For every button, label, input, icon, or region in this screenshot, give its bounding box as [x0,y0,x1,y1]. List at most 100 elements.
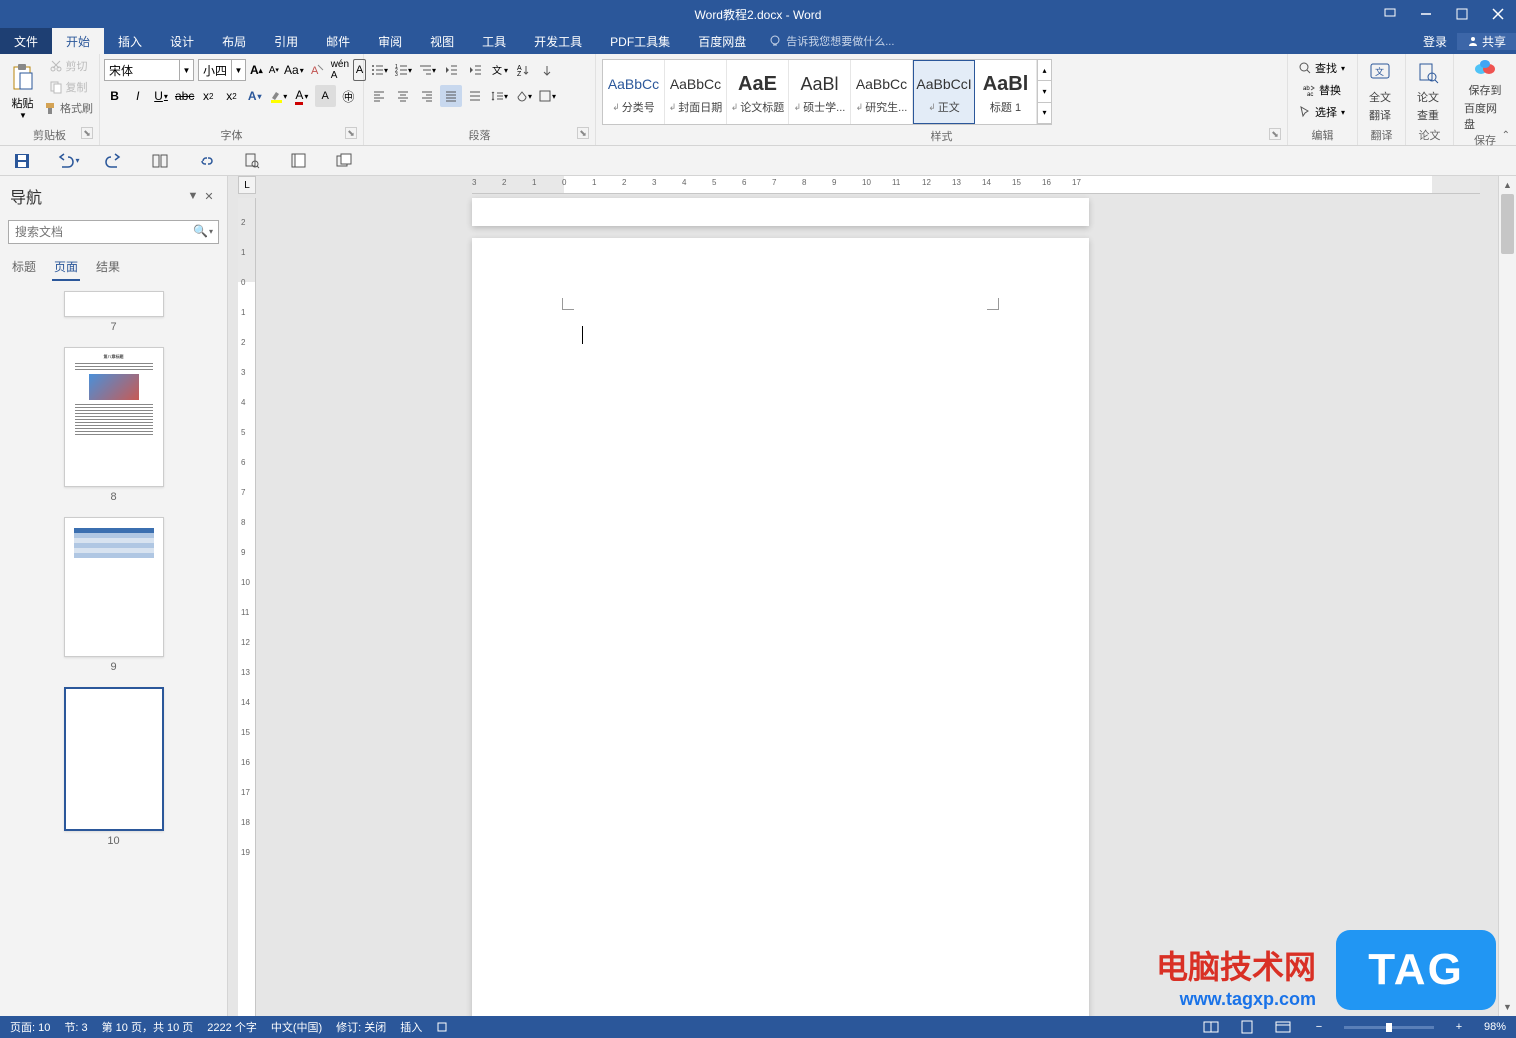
phonetic-guide-button[interactable]: wénA [329,59,351,81]
close-button[interactable] [1480,0,1516,28]
tab-view[interactable]: 视图 [416,28,468,54]
strikethrough-button[interactable]: abc [174,85,196,107]
save-to-cloud-button[interactable]: 保存到百度网盘 [1458,56,1512,132]
tab-file[interactable]: 文件 [0,28,52,54]
align-center-button[interactable] [392,85,414,107]
scroll-thumb[interactable] [1501,194,1514,254]
thumbnail-page-7[interactable]: 7 [0,291,227,333]
tab-design[interactable]: 设计 [156,28,208,54]
tab-mailings[interactable]: 邮件 [312,28,364,54]
asian-layout-button[interactable]: 文▾ [488,59,510,81]
justify-button[interactable] [440,85,462,107]
navpane-dropdown-button[interactable]: ▼ [185,188,201,204]
bullets-button[interactable]: ▾ [368,59,390,81]
cut-button[interactable]: 剪切 [41,56,95,76]
scroll-down-button[interactable]: ▼ [1499,998,1516,1016]
find-button[interactable]: 查找▾ [1296,58,1347,78]
status-page-of[interactable]: 第 10 页，共 10 页 [102,1019,194,1035]
zoom-in-button[interactable]: + [1448,1018,1470,1036]
style-item-1[interactable]: AaBbCc↲封面日期 [665,60,727,124]
zoom-slider-thumb[interactable] [1386,1023,1392,1032]
style-item-2[interactable]: AaE↲论文标题 [727,60,789,124]
vertical-ruler[interactable]: 21012345678910111213141516171819 [238,198,256,1016]
status-section[interactable]: 节: 3 [64,1019,87,1035]
character-shading-button[interactable]: A [315,85,336,107]
tab-pdf-tools[interactable]: PDF工具集 [596,28,684,54]
thumbnail-page-8[interactable]: 第八章标题 8 [0,347,227,503]
select-button[interactable]: 选择▾ [1296,102,1347,122]
multilevel-list-button[interactable]: ▾ [416,59,438,81]
status-insert-mode[interactable]: 插入 [400,1019,422,1035]
vertical-scrollbar[interactable]: ▲ ▼ [1498,176,1516,1016]
font-launcher[interactable]: ⬊ [345,127,357,139]
superscript-button[interactable]: x2 [221,85,242,107]
font-name-dropdown[interactable]: ▼ [180,59,194,81]
view-print-layout-button[interactable] [1236,1018,1258,1036]
navpane-tab-results[interactable]: 结果 [94,254,122,281]
line-spacing-button[interactable]: ▾ [488,85,510,107]
underline-button[interactable]: U▾ [150,85,171,107]
qat-link-button[interactable] [192,149,220,173]
horizontal-ruler[interactable]: 32101234567891011121314151617 [472,176,1480,194]
font-color-button[interactable]: A▾ [291,85,312,107]
page-thumbnails[interactable]: 7 第八章标题 8 [0,281,227,1016]
ruler-tab-selector[interactable]: L [238,176,256,194]
tell-me-search[interactable]: 告诉我您想要做什么... [768,28,894,54]
subscript-button[interactable]: x2 [198,85,219,107]
increase-indent-button[interactable] [464,59,486,81]
styles-more-button[interactable]: ▾ [1037,103,1051,124]
navpane-tab-headings[interactable]: 标题 [10,254,38,281]
tab-review[interactable]: 审阅 [364,28,416,54]
qat-redo-button[interactable] [100,149,128,173]
zoom-out-button[interactable]: − [1308,1018,1330,1036]
replace-button[interactable]: abac替换 [1296,80,1347,100]
tab-home[interactable]: 开始 [52,28,104,54]
status-page[interactable]: 页面: 10 [10,1019,50,1035]
copy-button[interactable]: 复制 [41,77,95,97]
zoom-slider[interactable] [1344,1026,1434,1029]
view-read-mode-button[interactable] [1200,1018,1222,1036]
align-right-button[interactable] [416,85,438,107]
style-item-5[interactable]: AaBbCcI↲正文 [913,60,975,124]
navpane-close-button[interactable]: ✕ [201,188,217,204]
tab-baidu-cloud[interactable]: 百度网盘 [684,28,760,54]
qat-new-window-button[interactable] [330,149,358,173]
clear-formatting-button[interactable]: A [307,59,327,81]
tab-layout[interactable]: 布局 [208,28,260,54]
ribbon-display-options-button[interactable] [1372,0,1408,28]
collapse-ribbon-button[interactable]: ⌃ [1502,130,1510,141]
thumbnail-page-9[interactable]: 9 [0,517,227,673]
qat-save-button[interactable] [8,149,36,173]
qat-page-button[interactable] [284,149,312,173]
tab-developer[interactable]: 开发工具 [520,28,596,54]
borders-button[interactable]: ▾ [536,85,558,107]
search-icon[interactable]: 🔍▾ [193,224,213,238]
clipboard-launcher[interactable]: ⬊ [81,127,93,139]
share-button[interactable]: 共享 [1457,33,1516,50]
qat-undo-button[interactable]: ▾ [54,149,82,173]
qat-preview-button[interactable] [238,149,266,173]
italic-button[interactable]: I [127,85,148,107]
login-button[interactable]: 登录 [1413,33,1457,50]
shrink-font-button[interactable]: A▾ [267,59,281,81]
view-web-layout-button[interactable] [1272,1018,1294,1036]
zoom-level[interactable]: 98% [1484,1021,1506,1033]
full-translate-button[interactable]: 文全文翻译 [1362,56,1398,127]
navpane-tab-pages[interactable]: 页面 [52,254,80,281]
highlight-button[interactable]: ▾ [267,85,289,107]
paste-button[interactable]: 粘贴 ▼ [4,56,41,127]
qat-split-button[interactable] [146,149,174,173]
status-word-count[interactable]: 2222 个字 [207,1019,257,1035]
grow-font-button[interactable]: A▴ [248,59,265,81]
change-case-button[interactable]: Aa▾ [283,59,305,81]
scroll-up-button[interactable]: ▲ [1499,176,1516,194]
status-track-changes[interactable]: 修订: 关闭 [336,1019,386,1035]
sort-button[interactable]: AZ [512,59,534,81]
styles-launcher[interactable]: ⬊ [1269,128,1281,140]
status-macro-recording-button[interactable] [436,1021,448,1033]
thesis-check-button[interactable]: 论文查重 [1410,56,1446,127]
style-item-4[interactable]: AaBbCc↲研究生... [851,60,913,124]
text-effects-button[interactable]: A▾ [244,85,265,107]
style-item-6[interactable]: AaBl标题 1 [975,60,1037,124]
paragraph-launcher[interactable]: ⬊ [577,127,589,139]
